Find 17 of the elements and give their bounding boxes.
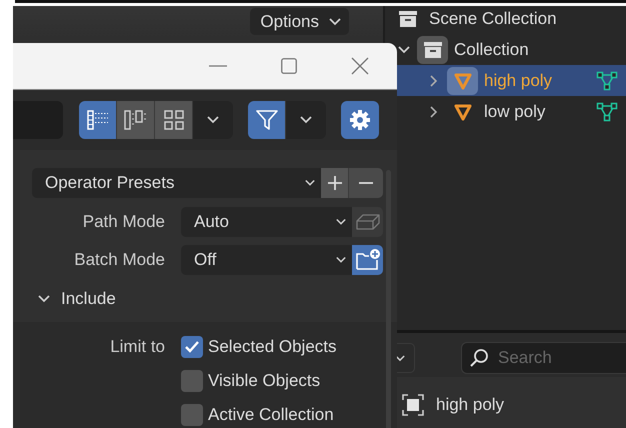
outliner-item-label[interactable]: low poly	[484, 102, 546, 122]
field-label: Path Mode	[82, 212, 165, 232]
presets-dropdown[interactable]: Operator Presets	[32, 168, 321, 198]
outliner-item-label[interactable]: Collection	[454, 40, 529, 60]
field-label: Batch Mode	[73, 250, 165, 270]
outliner-item-label[interactable]: Scene Collection	[429, 8, 557, 28]
options-dropdown[interactable]: Options	[250, 8, 349, 35]
mode-dropdown[interactable]: Auto	[181, 207, 352, 237]
search-field[interactable]: Search	[461, 342, 626, 374]
checkbox-label: Selected Objects	[208, 337, 337, 357]
checkbox-label: Active Collection	[208, 405, 334, 425]
object-name: high poly	[436, 395, 504, 415]
panel-header[interactable]: Include	[32, 283, 383, 315]
outliner-item-label: high poly	[484, 70, 552, 90]
field-label: Limit to	[109, 336, 165, 358]
checkbox-label: Visible Objects	[208, 371, 320, 391]
mode-dropdown[interactable]: Off	[181, 245, 352, 275]
